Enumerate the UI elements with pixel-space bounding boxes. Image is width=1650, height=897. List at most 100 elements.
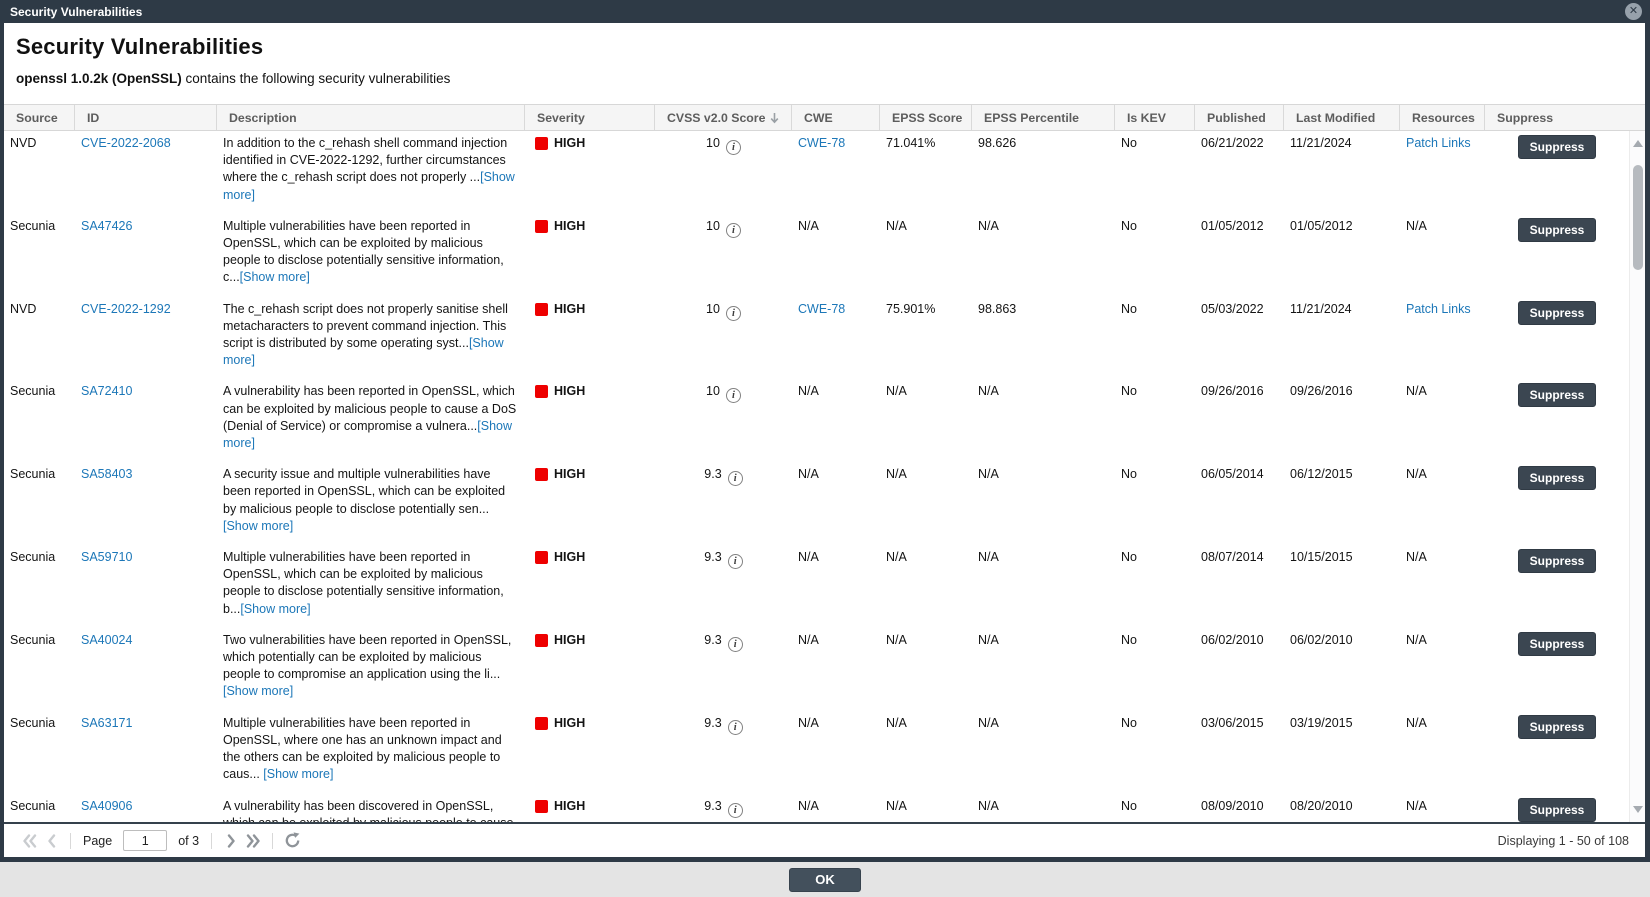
scroll-up-icon[interactable] [1633,140,1643,147]
cell-is_kev: No [1115,711,1195,794]
vulnerability-id-link[interactable]: SA63171 [81,716,132,730]
dialog-header-area: Security Vulnerabilities openssl 1.0.2k … [4,23,1645,104]
description-text: The c_rehash script does not properly sa… [223,302,508,350]
table-row: SecuniaSA72410A vulnerability has been r… [4,379,1629,462]
suppress-button[interactable]: Suppress [1518,301,1597,325]
info-icon[interactable]: i [726,388,741,403]
vulnerability-id-link[interactable]: SA40024 [81,633,132,647]
cell-suppress: Suppress [1485,462,1629,545]
severity-badge [535,385,548,398]
vulnerability-id-link[interactable]: SA40906 [81,799,132,813]
first-page-button[interactable] [18,830,40,852]
scrollbar-thumb[interactable] [1633,165,1643,270]
suppress-button[interactable]: Suppress [1518,632,1597,656]
column-header-epss_score[interactable]: EPSS Score [880,105,972,130]
cell-published: 08/07/2014 [1195,545,1284,628]
page-input[interactable] [123,830,167,851]
suppress-button[interactable]: Suppress [1518,383,1597,407]
cwe-value: N/A [798,799,819,813]
cell-epss_score: N/A [880,794,972,823]
cell-published: 03/06/2015 [1195,711,1284,794]
cell-is_kev: No [1115,131,1195,214]
vulnerability-id-link[interactable]: CVE-2022-2068 [81,136,171,150]
cwe-link[interactable]: CWE-78 [798,302,845,316]
column-header-label: Is KEV [1127,111,1166,125]
severity-label: HIGH [554,301,585,318]
column-header-label: CWE [804,111,833,125]
prev-page-button[interactable] [40,830,62,852]
vulnerability-id-link[interactable]: CVE-2022-1292 [81,302,171,316]
info-icon[interactable]: i [726,223,741,238]
description-text: A vulnerability has been reported in Ope… [223,384,516,432]
column-header-published[interactable]: Published [1195,105,1284,130]
column-header-is_kev[interactable]: Is KEV [1115,105,1195,130]
close-icon[interactable]: ✕ [1625,3,1642,20]
info-icon[interactable]: i [728,637,743,652]
show-more-link[interactable]: [Show more] [223,519,293,533]
patch-links-link[interactable]: Patch Links [1406,302,1471,316]
suppress-button[interactable]: Suppress [1518,218,1597,242]
column-header-resources[interactable]: Resources [1400,105,1485,130]
column-header-severity[interactable]: Severity [525,105,655,130]
vulnerability-id-link[interactable]: SA58403 [81,467,132,481]
suppress-button[interactable]: Suppress [1518,715,1597,739]
cell-resources: Patch Links [1400,131,1485,214]
table-row: SecuniaSA40024Two vulnerabilities have b… [4,628,1629,711]
info-icon[interactable]: i [728,471,743,486]
vulnerability-id-link[interactable]: SA59710 [81,550,132,564]
displaying-status: Displaying 1 - 50 of 108 [1498,834,1629,848]
suppress-button[interactable]: Suppress [1518,135,1597,159]
info-icon[interactable]: i [728,803,743,818]
vulnerability-id-link[interactable]: SA47426 [81,219,132,233]
column-header-description[interactable]: Description [217,105,525,130]
resources-value: N/A [1406,467,1427,481]
column-header-cvss[interactable]: CVSS v2.0 Score [655,105,792,130]
dialog-title: Security Vulnerabilities [10,5,142,19]
table-row: SecuniaSA63171Multiple vulnerabilities h… [4,711,1629,794]
column-header-last_modified[interactable]: Last Modified [1284,105,1400,130]
patch-links-link[interactable]: Patch Links [1406,136,1471,150]
vertical-scrollbar[interactable] [1629,131,1645,822]
cvss-score-value: 9.3 [704,633,721,647]
column-header-cwe[interactable]: CWE [792,105,880,130]
vulnerability-id-link[interactable]: SA72410 [81,384,132,398]
column-header-suppress[interactable]: Suppress [1485,105,1645,130]
cell-severity: HIGH [525,545,655,628]
column-header-id[interactable]: ID [75,105,217,130]
paging-toolbar: Page of 3 Displaying 1 - 50 of 108 [4,822,1645,857]
cell-description: A security issue and multiple vulnerabil… [217,462,525,545]
show-more-link[interactable]: [Show more] [223,684,293,698]
cwe-value: N/A [798,633,819,647]
info-icon[interactable]: i [726,140,741,155]
info-icon[interactable]: i [728,720,743,735]
refresh-button[interactable] [281,830,303,852]
suppress-button[interactable]: Suppress [1518,466,1597,490]
next-page-button[interactable] [220,830,242,852]
cell-epss_score: N/A [880,379,972,462]
dialog-footer: OK [0,862,1650,897]
suppress-button[interactable]: Suppress [1518,549,1597,573]
info-icon[interactable]: i [728,554,743,569]
toolbar-separator [70,833,71,849]
column-header-source[interactable]: Source [4,105,75,130]
severity-badge [535,800,548,813]
column-header-epss_percentile[interactable]: EPSS Percentile [972,105,1115,130]
cell-resources: N/A [1400,711,1485,794]
scroll-down-icon[interactable] [1633,806,1643,813]
info-icon[interactable]: i [726,306,741,321]
cell-is_kev: No [1115,462,1195,545]
resources-value: N/A [1406,799,1427,813]
column-header-label: EPSS Percentile [984,111,1079,125]
ok-button[interactable]: OK [789,868,861,892]
cell-epss_percentile: N/A [972,379,1115,462]
cell-cwe: N/A [792,462,880,545]
last-page-button[interactable] [242,830,264,852]
cell-severity: HIGH [525,628,655,711]
cell-cwe: N/A [792,628,880,711]
show-more-link[interactable]: [Show more] [263,767,333,781]
suppress-button[interactable]: Suppress [1518,798,1597,822]
show-more-link[interactable]: [Show more] [240,602,310,616]
cwe-link[interactable]: CWE-78 [798,136,845,150]
show-more-link[interactable]: [Show more] [240,270,310,284]
severity-badge [535,717,548,730]
